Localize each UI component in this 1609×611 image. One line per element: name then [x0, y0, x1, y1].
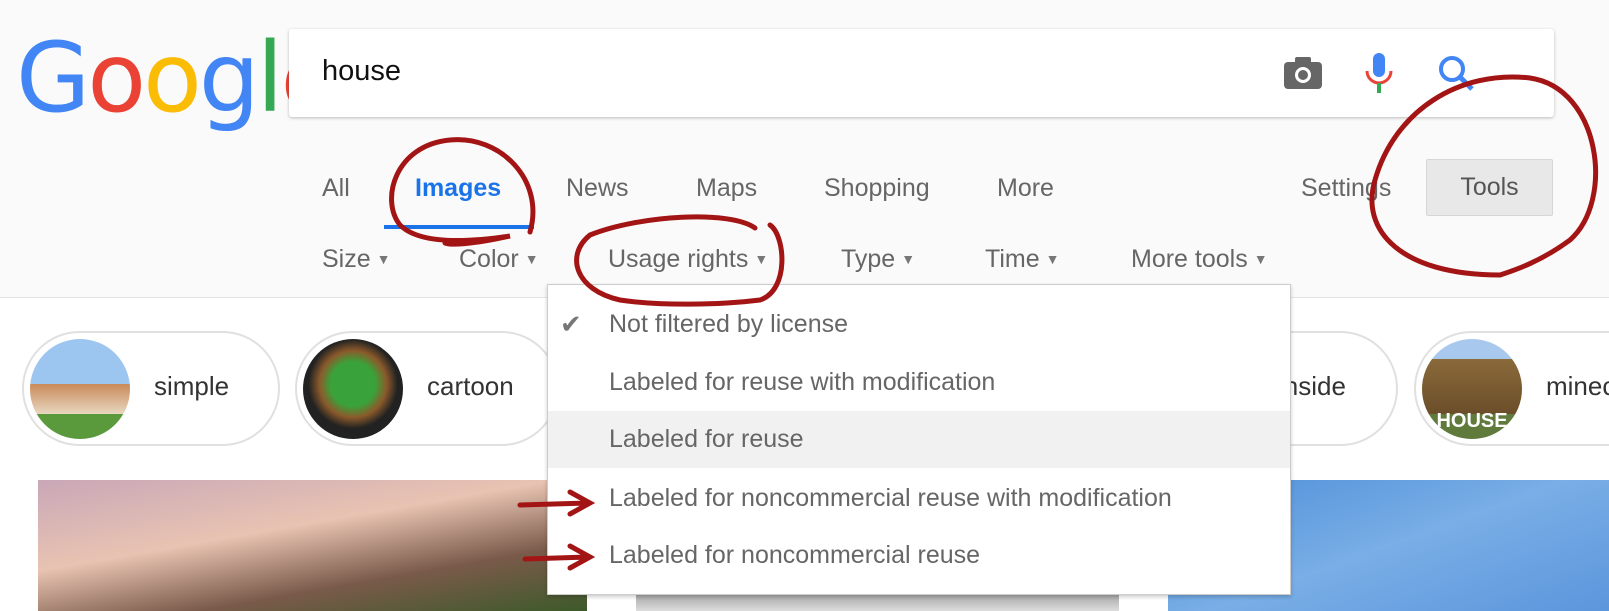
chip-thumbnail — [30, 339, 130, 439]
tab-shopping[interactable]: Shopping — [824, 174, 930, 203]
caret-down-icon: ▼ — [754, 251, 769, 267]
chip-minecraft[interactable]: HOUSE minecraft — [1414, 331, 1609, 446]
tool-label: Color — [459, 245, 519, 273]
tool-type[interactable]: Type ▼ — [841, 245, 915, 274]
camera-icon[interactable] — [1281, 51, 1325, 95]
tab-maps[interactable]: Maps — [696, 174, 757, 203]
tab-all[interactable]: All — [322, 174, 350, 203]
tool-more-tools[interactable]: More tools ▼ — [1131, 245, 1268, 274]
menu-item-label: Labeled for noncommercial reuse — [609, 541, 981, 569]
tool-label: Type — [841, 245, 896, 273]
chip-label: minecraft — [1546, 371, 1609, 401]
menu-item-label: Not filtered by license — [609, 310, 849, 338]
tool-label: More tools — [1131, 245, 1248, 273]
tool-usage-rights[interactable]: Usage rights ▼ — [608, 245, 768, 274]
tab-images[interactable]: Images — [415, 174, 501, 203]
caret-down-icon: ▼ — [1253, 251, 1268, 267]
menu-item-noncommercial-modification[interactable]: Labeled for noncommercial reuse with mod… — [548, 470, 1290, 527]
search-icon[interactable] — [1434, 51, 1478, 95]
tool-label: Time — [985, 245, 1040, 273]
chip-label: simple — [154, 371, 230, 401]
menu-item-reuse[interactable]: Labeled for reuse — [548, 411, 1290, 468]
image-result[interactable] — [38, 480, 587, 611]
chip-thumbnail: HOUSE — [1422, 339, 1522, 439]
tool-label: Usage rights — [608, 245, 749, 273]
tool-size[interactable]: Size ▼ — [322, 245, 391, 274]
checkmark-icon: ✔ — [560, 309, 582, 339]
tool-time[interactable]: Time ▼ — [985, 245, 1060, 274]
active-tab-indicator — [384, 225, 534, 229]
caret-down-icon: ▼ — [1045, 251, 1060, 267]
menu-item-not-filtered[interactable]: ✔ Not filtered by license — [548, 296, 1290, 353]
menu-item-label: Labeled for reuse with modification — [609, 368, 996, 396]
chip-thumbnail — [303, 339, 403, 439]
tool-color[interactable]: Color ▼ — [459, 245, 539, 274]
search-input[interactable]: house — [322, 55, 401, 88]
search-box[interactable]: house — [289, 29, 1554, 117]
caret-down-icon: ▼ — [524, 251, 539, 267]
microphone-icon[interactable] — [1357, 51, 1401, 95]
menu-item-label: Labeled for noncommercial reuse with mod… — [609, 484, 1172, 512]
tool-label: Size — [322, 245, 371, 273]
header: Google house All Images News Maps Shoppi… — [0, 0, 1609, 298]
caret-down-icon: ▼ — [901, 251, 916, 267]
chip-label: cartoon — [427, 371, 514, 401]
caret-down-icon: ▼ — [376, 251, 391, 267]
tab-more[interactable]: More — [997, 174, 1054, 203]
menu-item-label: Labeled for reuse — [609, 425, 804, 453]
chip-simple[interactable]: simple — [22, 331, 280, 446]
menu-item-noncommercial[interactable]: Labeled for noncommercial reuse — [548, 527, 1290, 584]
usage-rights-menu: ✔ Not filtered by license Labeled for reu… — [547, 284, 1291, 595]
chip-cartoon[interactable]: cartoon — [295, 331, 559, 446]
settings-link[interactable]: Settings — [1301, 174, 1391, 203]
menu-item-reuse-modification[interactable]: Labeled for reuse with modification — [548, 354, 1290, 411]
tab-news[interactable]: News — [566, 174, 629, 203]
tools-button[interactable]: Tools — [1426, 159, 1553, 216]
